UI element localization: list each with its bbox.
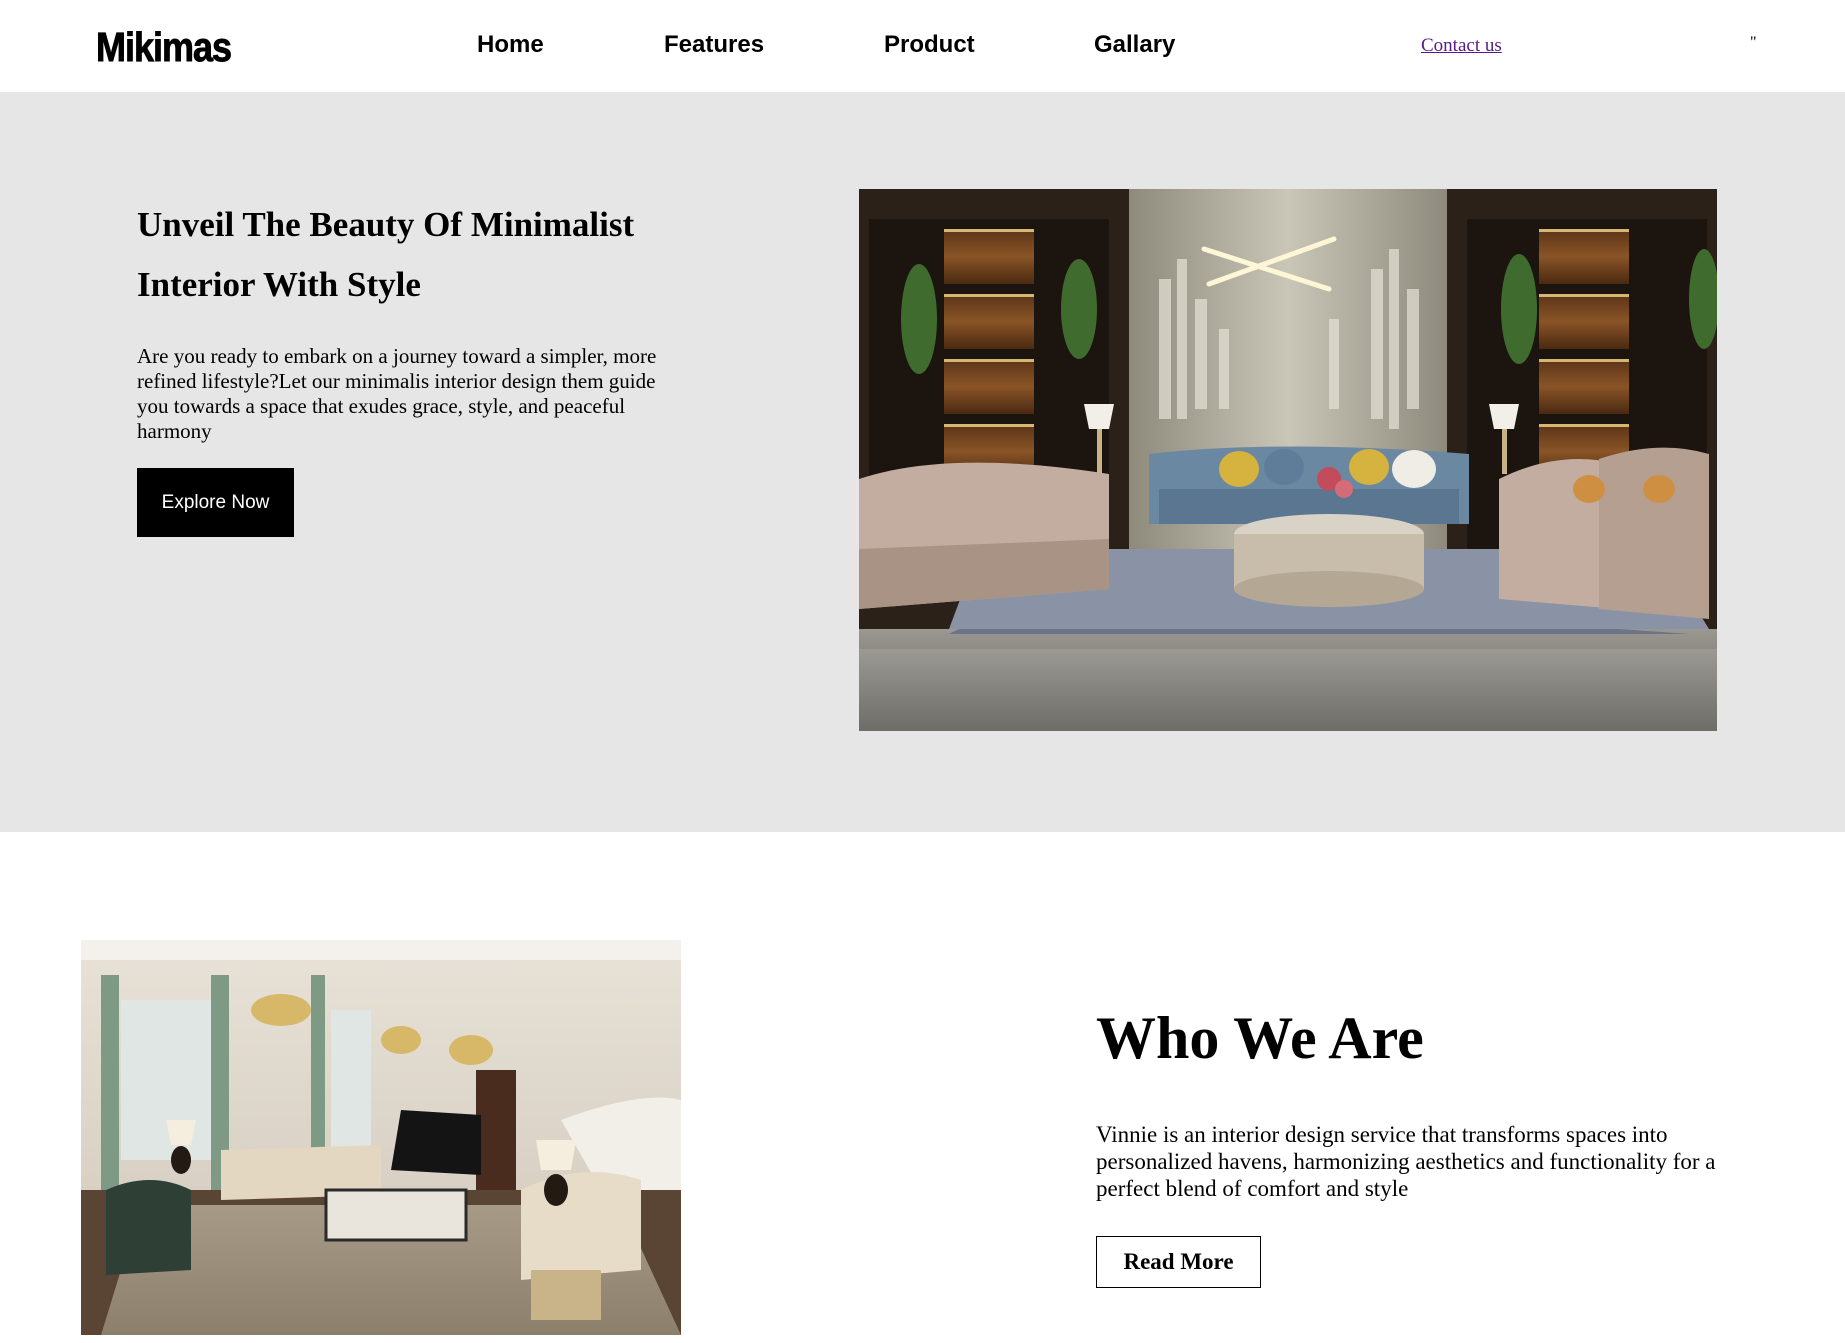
nav-link-gallery[interactable]: Gallary — [1094, 31, 1175, 59]
hero-description: Are you ready to embark on a journey tow… — [137, 344, 657, 443]
about-title: Who We Are — [1096, 1005, 1424, 1071]
about-interior-image — [81, 940, 681, 1335]
read-more-button[interactable]: Read More — [1096, 1236, 1261, 1288]
hero-title-line2: Interior With Style — [137, 265, 421, 304]
hero-living-room-image — [859, 189, 1717, 731]
hero-title-line1: Unveil The Beauty Of Minimalist — [137, 205, 635, 244]
top-navigation: Mikimas Home Features Product Gallary Co… — [0, 0, 1845, 92]
nav-link-features[interactable]: Features — [664, 31, 764, 59]
contact-us-link[interactable]: Contact us — [1421, 35, 1502, 57]
explore-now-button[interactable]: Explore Now — [137, 468, 294, 537]
nav-link-home[interactable]: Home — [477, 31, 544, 59]
grand-room-illustration — [81, 940, 681, 1335]
nav-extra-mark: " — [1750, 34, 1757, 51]
hero-title: Unveil The Beauty Of Minimalist Interior… — [137, 195, 697, 315]
living-room-illustration — [859, 189, 1717, 731]
site-logo[interactable]: Mikimas — [96, 24, 233, 71]
nav-link-product[interactable]: Product — [884, 31, 975, 59]
about-description: Vinnie is an interior design service tha… — [1096, 1122, 1716, 1201]
